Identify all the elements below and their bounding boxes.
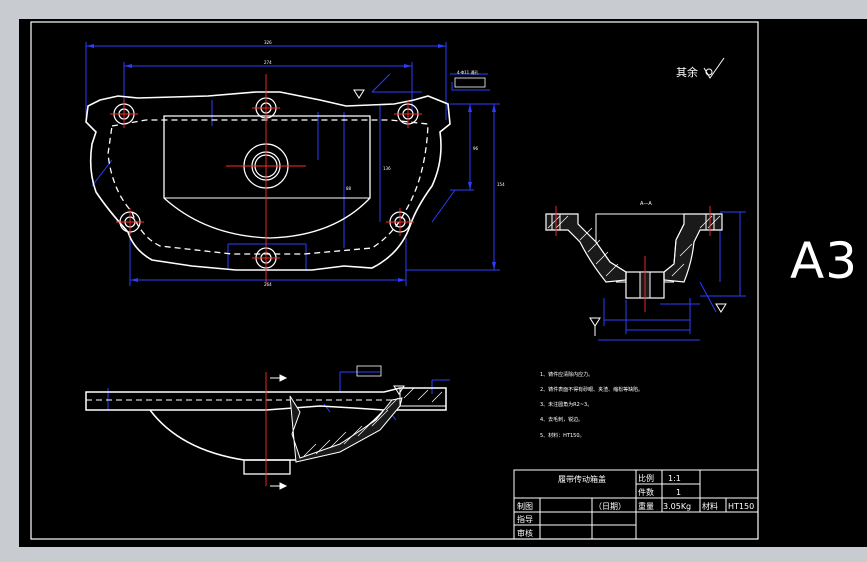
material-value: HT150 [728, 502, 754, 511]
svg-text:326: 326 [264, 40, 272, 45]
sheet-size-label: A3 [790, 232, 859, 290]
tech-note-5: 5、材料：HT150。 [540, 432, 585, 439]
svg-text:154: 154 [497, 182, 505, 187]
guide-label: 指导 [517, 514, 533, 524]
quantity-value: 1 [676, 488, 681, 497]
date-label: （日期） [594, 502, 626, 511]
svg-text:88: 88 [346, 186, 352, 191]
part-name: 履带传动箱盖 [558, 474, 606, 484]
top-view-note: 4-Φ11 通孔 [457, 69, 479, 75]
weight-label: 重量 [638, 501, 654, 511]
svg-text:264: 264 [264, 282, 272, 287]
surface-finish-label: 其余 [676, 65, 698, 79]
material-label: 材料 [702, 501, 718, 511]
tech-note-1: 1、铸件应清除内应力。 [540, 371, 593, 378]
svg-text:136: 136 [383, 166, 391, 171]
tech-note-4: 4、去毛刺，锐边。 [540, 416, 583, 423]
cad-viewport[interactable]: 326 274 264 96 154 136 88 4-Φ11 通孔 其余 A—… [0, 0, 867, 562]
review-label: 审核 [517, 528, 533, 538]
drawn-label: 制图 [517, 501, 533, 511]
section-view-label: A—A [640, 201, 652, 207]
svg-text:274: 274 [264, 60, 272, 65]
svg-text:96: 96 [473, 146, 479, 151]
scale-value: 1:1 [668, 474, 681, 483]
scale-label: 比例 [638, 473, 654, 483]
quantity-label: 件数 [638, 487, 654, 497]
tech-note-2: 2、铸件表面不得有砂眼、夹渣、缩松等缺陷。 [540, 386, 643, 393]
tech-note-3: 3、未注圆角为R2~3。 [540, 401, 592, 408]
weight-value: 3.05Kg [663, 502, 691, 511]
